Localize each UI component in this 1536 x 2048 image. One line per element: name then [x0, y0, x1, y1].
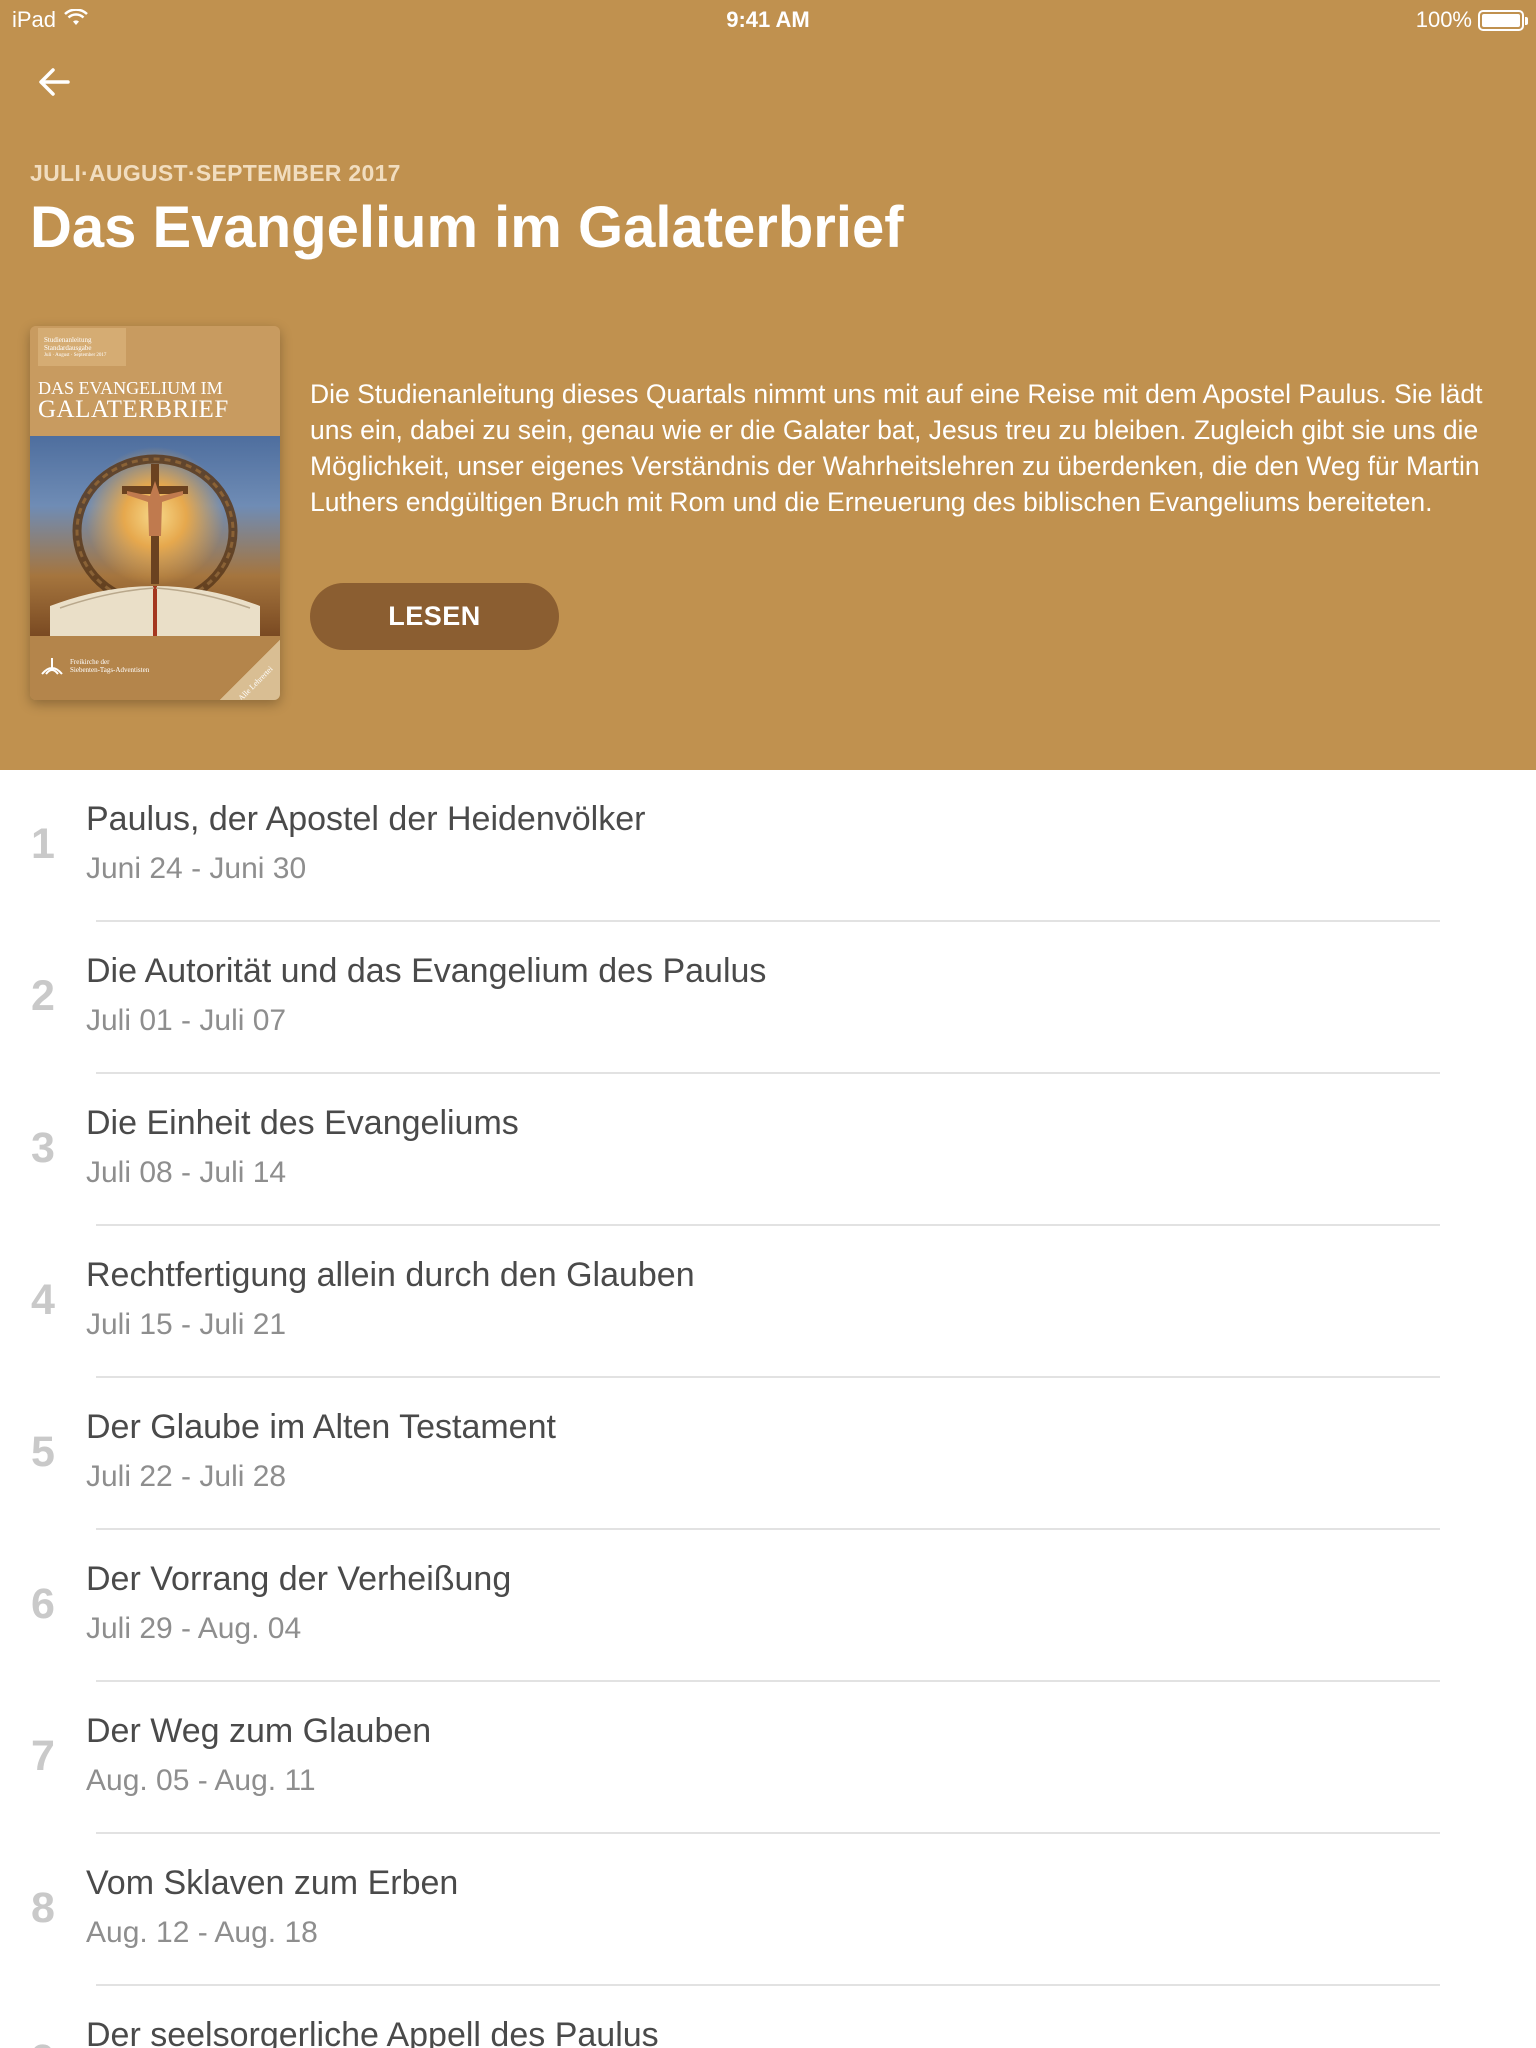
lesson-dates: Aug. 12 - Aug. 18 — [86, 1916, 318, 1949]
lesson-number: 4 — [31, 1276, 55, 1324]
quarter-label: JULI·AUGUST·SEPTEMBER 2017 — [30, 160, 401, 186]
cover-brand-line: Studienanleitung — [44, 336, 92, 344]
lesson-row[interactable]: 3 Die Einheit des Evangeliums Juli 08 - … — [0, 1074, 1536, 1226]
lesson-dates: Juli 08 - Juli 14 — [86, 1156, 287, 1189]
lesson-title: Die Autorität und das Evangelium des Pau… — [86, 952, 767, 990]
lesson-number: 1 — [31, 820, 55, 868]
status-bar: iPad 9:41 AM 100% — [0, 0, 1536, 40]
lesson-title: Der Glaube im Alten Testament — [86, 1408, 556, 1446]
lesson-title: Rechtfertigung allein durch den Glauben — [86, 1256, 695, 1294]
read-button[interactable]: LESEN — [310, 583, 559, 650]
lesson-row[interactable]: 9 Der seelsorgerliche Appell des Paulus — [0, 1986, 1536, 2048]
lesson-title: Der seelsorgerliche Appell des Paulus — [86, 2016, 659, 2048]
lesson-dates: Juli 15 - Juli 21 — [86, 1308, 287, 1341]
lesson-list: 1 Paulus, der Apostel der Heidenvölker J… — [0, 770, 1536, 2048]
lesson-title: Die Einheit des Evangeliums — [86, 1104, 519, 1142]
lesson-number: 9 — [28, 2036, 58, 2048]
page-title: Das Evangelium im Galaterbrief — [30, 195, 904, 260]
church-logo-icon — [40, 654, 64, 683]
lesson-number: 6 — [31, 1580, 55, 1628]
lesson-row[interactable]: 2 Die Autorität und das Evangelium des P… — [0, 922, 1536, 1074]
back-button[interactable] — [26, 56, 82, 112]
cover-org: Freikirche der Siebenten-Tags-Adventiste… — [70, 658, 149, 674]
cover-org-line: Freikirche der — [70, 658, 110, 666]
lesson-number: 2 — [31, 972, 55, 1020]
lesson-dates: Juli 22 - Juli 28 — [86, 1460, 287, 1493]
lesson-row[interactable]: 4 Rechtfertigung allein durch den Glaube… — [0, 1226, 1536, 1378]
cover-artwork — [30, 436, 280, 636]
lesson-number: 7 — [31, 1732, 55, 1780]
lesson-number: 5 — [31, 1428, 55, 1476]
quarterly-header: iPad 9:41 AM 100% JULI·AUGUST·SEPTEMBER … — [0, 0, 1536, 770]
status-right: 100% — [1415, 7, 1528, 33]
cover-brand: Studienanleitung Standardausgabe Juli · … — [38, 328, 126, 366]
lesson-title: Der Vorrang der Verheißung — [86, 1560, 512, 1598]
lesson-title: Vom Sklaven zum Erben — [86, 1864, 459, 1902]
cover-title-line: GALATERBRIEF — [38, 396, 229, 423]
battery-icon — [1478, 9, 1528, 31]
cover-corner: Alle Lehrertei — [220, 640, 280, 700]
lesson-title: Paulus, der Apostel der Heidenvölker — [86, 800, 646, 838]
cover-brand-line: Standardausgabe — [44, 344, 92, 352]
lesson-title: Der Weg zum Glauben — [86, 1712, 432, 1750]
arrow-left-icon — [36, 64, 72, 105]
lesson-dates: Juli 29 - Aug. 04 — [86, 1612, 302, 1645]
cover-title-area: Studienanleitung Standardausgabe Juli · … — [30, 326, 280, 436]
lesson-number: 3 — [31, 1124, 55, 1172]
lesson-dates: Juli 01 - Juli 07 — [86, 1004, 287, 1037]
lesson-row[interactable]: 5 Der Glaube im Alten Testament Juli 22 … — [0, 1378, 1536, 1530]
cover-footer: Freikirche der Siebenten-Tags-Adventiste… — [30, 636, 280, 700]
cover-brand-line: Juli · August · September 2017 — [44, 353, 107, 358]
cover-corner-text: Alle Lehrertei — [236, 664, 275, 700]
status-time: 9:41 AM — [726, 7, 810, 32]
lesson-row[interactable]: 6 Der Vorrang der Verheißung Juli 29 - A… — [0, 1530, 1536, 1682]
cover-image: Studienanleitung Standardausgabe Juli · … — [30, 326, 280, 700]
quarterly-description: Die Studienanleitung dieses Quartals nim… — [310, 379, 1483, 517]
battery-percent: 100% — [1415, 7, 1472, 32]
lesson-row[interactable]: 7 Der Weg zum Glauben Aug. 05 - Aug. 11 — [0, 1682, 1536, 1834]
lesson-number: 8 — [31, 1884, 55, 1932]
lesson-dates: Juni 24 - Juni 30 — [86, 852, 307, 885]
lesson-row[interactable]: 8 Vom Sklaven zum Erben Aug. 12 - Aug. 1… — [0, 1834, 1536, 1986]
cover-org-line: Siebenten-Tags-Adventisten — [70, 666, 150, 674]
lesson-row[interactable]: 1 Paulus, der Apostel der Heidenvölker J… — [0, 770, 1536, 922]
lesson-dates: Aug. 05 - Aug. 11 — [86, 1764, 316, 1797]
